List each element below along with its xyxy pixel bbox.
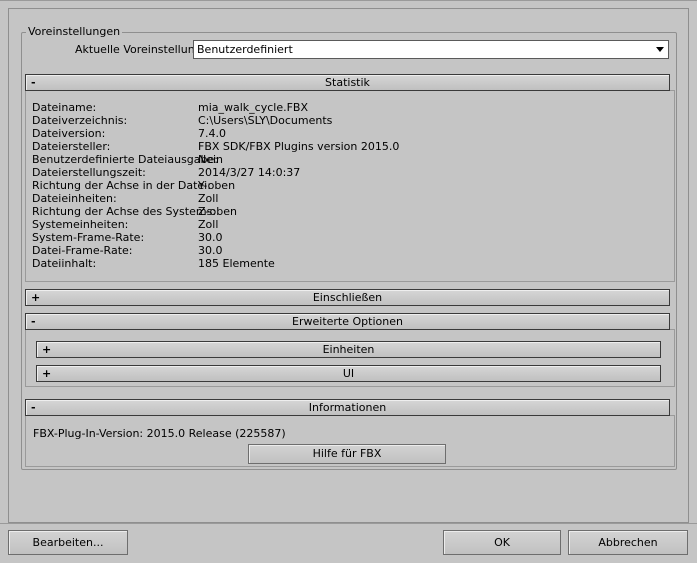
stat-value: FBX SDK/FBX Plugins version 2015.0 [198, 140, 400, 153]
stat-label: Dateiverzeichnis: [32, 114, 128, 127]
stat-label: Datei-Frame-Rate: [32, 244, 133, 257]
current-preset-label: Aktuelle Voreinstellung: [75, 43, 206, 56]
stat-value: Zoll [198, 192, 219, 205]
statistics-values: mia_walk_cycle.FBX C:\Users\SLY\Document… [198, 101, 399, 270]
stat-label: Dateiinhalt: [32, 257, 97, 270]
ui-title: UI [342, 367, 355, 380]
stat-label: Systemeinheiten: [32, 218, 129, 231]
presets-group-label: Voreinstellungen [26, 25, 123, 38]
stat-label: Dateiversion: [32, 127, 106, 140]
stat-value: 2014/3/27 14:0:37 [198, 166, 301, 179]
units-rollout-header[interactable]: + Einheiten [36, 341, 661, 358]
ui-rollout-header[interactable]: + UI [36, 365, 661, 382]
stat-value: 185 Elemente [198, 257, 275, 270]
preset-dropdown[interactable]: Benutzerdefiniert [193, 40, 669, 59]
advanced-title: Erweiterte Optionen [292, 315, 403, 328]
stat-value: 7.4.0 [198, 127, 226, 140]
stat-value: 30.0 [198, 244, 223, 257]
footer-separator [0, 523, 697, 524]
stat-label: Benutzerdefinierte Dateiausgabe: [32, 153, 218, 166]
stat-label: Dateierstellungszeit: [32, 166, 146, 179]
stat-label: Dateieinheiten: [32, 192, 117, 205]
include-title: Einschließen [312, 291, 383, 304]
stat-value: C:\Users\SLY\Documents [198, 114, 333, 127]
plugin-version-text: FBX-Plug-In-Version: 2015.0 Release (225… [33, 427, 286, 440]
stat-label: Dateiersteller: [32, 140, 111, 153]
preset-dropdown-value: Benutzerdefiniert [197, 43, 293, 56]
include-rollout-header[interactable]: + Einschließen [25, 289, 670, 306]
stat-value: 30.0 [198, 231, 223, 244]
stat-label: Richtung der Achse des Systems: [32, 205, 217, 218]
stat-value: Nein [198, 153, 224, 166]
statistics-rollout-header[interactable]: - Statistik [25, 74, 670, 91]
statistics-title: Statistik [325, 76, 370, 89]
ok-button[interactable]: OK [443, 530, 561, 555]
cancel-button[interactable]: Abbrechen [568, 530, 688, 555]
dropdown-arrow-icon[interactable] [656, 47, 664, 52]
help-fbx-button[interactable]: Hilfe für FBX [248, 444, 446, 464]
stat-value: Zoll [198, 218, 219, 231]
stat-label: Richtung der Achse in der Datei: [32, 179, 211, 192]
edit-button[interactable]: Bearbeiten... [8, 530, 128, 555]
advanced-rollout-header[interactable]: - Erweiterte Optionen [25, 313, 670, 330]
stat-label: System-Frame-Rate: [32, 231, 145, 244]
stat-value: Z-oben [198, 205, 237, 218]
statistics-labels: Dateiname: Dateiverzeichnis: Dateiversio… [32, 101, 218, 270]
stat-value: mia_walk_cycle.FBX [198, 101, 309, 114]
stat-label: Dateiname: [32, 101, 97, 114]
information-rollout-header[interactable]: - Informationen [25, 399, 670, 416]
window-top-border [0, 0, 697, 1]
stat-value: Y-oben [198, 179, 236, 192]
units-title: Einheiten [322, 343, 375, 356]
information-title: Informationen [308, 401, 387, 414]
